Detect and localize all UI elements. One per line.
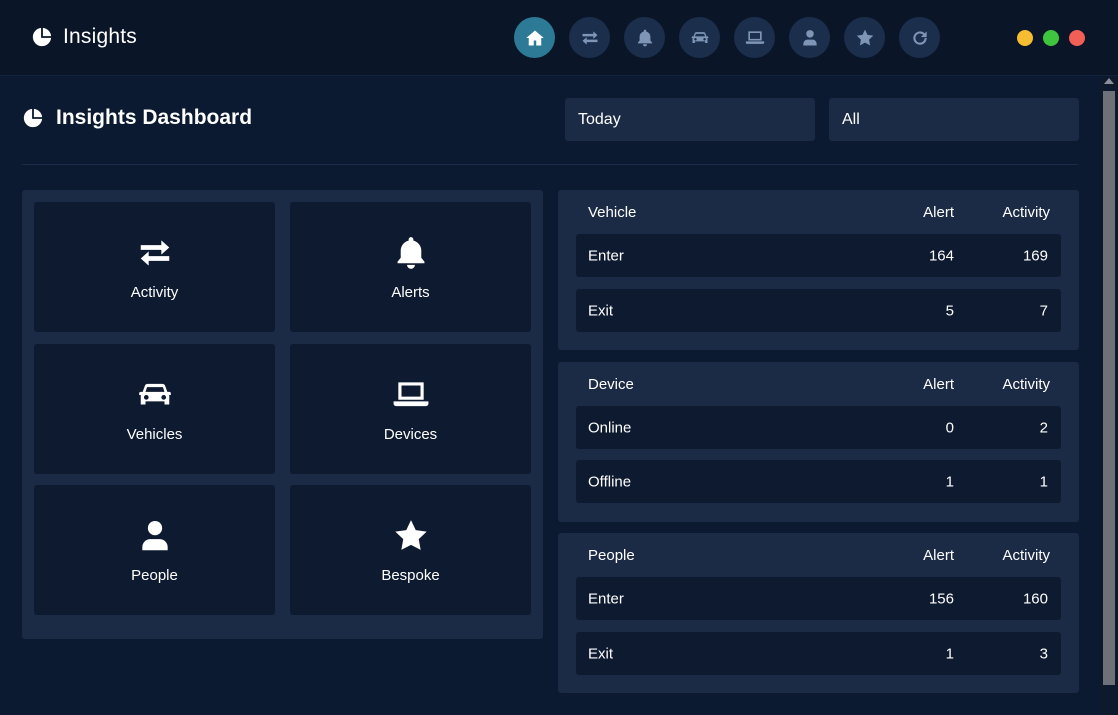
row-label: Online bbox=[588, 419, 632, 436]
row-activity-count: 1 bbox=[1039, 473, 1048, 490]
scope-filter-value: All bbox=[842, 110, 860, 128]
app-title: Insights bbox=[63, 25, 137, 48]
tile-devices[interactable]: Devices bbox=[290, 344, 531, 474]
row-alert-count: 156 bbox=[928, 590, 954, 607]
user-icon bbox=[802, 29, 817, 45]
stats-row[interactable]: Online 0 2 bbox=[576, 406, 1061, 449]
header-divider bbox=[22, 164, 1078, 165]
tile-bespoke-icon-wrap bbox=[290, 517, 531, 555]
tile-label: People bbox=[131, 567, 178, 584]
nav-activity-button[interactable] bbox=[569, 17, 610, 58]
row-label: Exit bbox=[588, 302, 614, 319]
page-title: Insights Dashboard bbox=[56, 106, 253, 129]
alert-column-header: Alert bbox=[923, 376, 954, 393]
refresh-icon bbox=[912, 30, 927, 45]
laptop-icon bbox=[393, 382, 428, 407]
stats-row[interactable]: Exit 1 3 bbox=[576, 632, 1061, 675]
stats-row[interactable]: Enter 164 169 bbox=[576, 234, 1061, 277]
card-title: People bbox=[588, 547, 635, 564]
row-alert-count: 164 bbox=[928, 247, 954, 264]
category-tiles-panel: Activity Alerts Vehicles Devices People … bbox=[22, 190, 543, 639]
tile-label: Activity bbox=[130, 284, 179, 301]
stats-row[interactable]: Offline 1 1 bbox=[576, 460, 1061, 503]
nav-refresh-button[interactable] bbox=[899, 17, 940, 58]
row-alert-count: 5 bbox=[945, 302, 954, 319]
alert-column-header: Alert bbox=[923, 547, 954, 564]
card-header: Vehicle Alert Activity bbox=[558, 204, 1079, 224]
car-icon bbox=[691, 31, 708, 43]
vehicle-stats-card: Vehicle Alert Activity Enter 164 169 Exi… bbox=[558, 190, 1079, 350]
nav-people-button[interactable] bbox=[789, 17, 830, 58]
app-brand: Insights bbox=[31, 24, 137, 50]
row-label: Offline bbox=[588, 473, 632, 490]
row-label: Enter bbox=[588, 590, 624, 607]
star-icon bbox=[394, 520, 427, 550]
top-nav bbox=[514, 17, 954, 58]
pie-chart-icon bbox=[32, 27, 52, 47]
tile-alerts-icon-wrap bbox=[290, 234, 531, 272]
row-activity-count: 2 bbox=[1039, 419, 1048, 436]
window-controls bbox=[1017, 30, 1095, 46]
star-icon bbox=[856, 29, 873, 45]
nav-home-button[interactable] bbox=[514, 17, 555, 58]
bell-icon bbox=[397, 237, 424, 269]
minimize-button[interactable] bbox=[1017, 30, 1033, 46]
tile-label: Bespoke bbox=[381, 567, 440, 584]
activity-column-header: Activity bbox=[1002, 547, 1050, 564]
nav-alerts-button[interactable] bbox=[624, 17, 665, 58]
bell-icon bbox=[637, 29, 652, 46]
scroll-up-arrow-icon[interactable] bbox=[1104, 78, 1114, 84]
people-stats-card: People Alert Activity Enter 156 160 Exit… bbox=[558, 533, 1079, 693]
close-button[interactable] bbox=[1069, 30, 1085, 46]
page-header: Insights Dashboard bbox=[22, 106, 252, 130]
row-activity-count: 169 bbox=[1022, 247, 1048, 264]
transfer-icon bbox=[140, 240, 169, 266]
card-title: Vehicle bbox=[588, 204, 637, 221]
card-header: Device Alert Activity bbox=[558, 376, 1079, 396]
laptop-icon bbox=[745, 30, 764, 44]
nav-bespoke-button[interactable] bbox=[844, 17, 885, 58]
row-label: Enter bbox=[588, 247, 624, 264]
activity-column-header: Activity bbox=[1002, 376, 1050, 393]
card-title: Device bbox=[588, 376, 634, 393]
tile-alerts[interactable]: Alerts bbox=[290, 202, 531, 332]
pie-chart-icon bbox=[23, 108, 43, 128]
row-alert-count: 0 bbox=[945, 419, 954, 436]
tile-people[interactable]: People bbox=[34, 485, 275, 615]
tile-label: Vehicles bbox=[126, 426, 183, 443]
scrollbar-thumb[interactable] bbox=[1103, 91, 1115, 685]
stats-row[interactable]: Exit 5 7 bbox=[576, 289, 1061, 332]
row-activity-count: 3 bbox=[1039, 645, 1048, 662]
user-icon bbox=[141, 520, 168, 551]
nav-devices-button[interactable] bbox=[734, 17, 775, 58]
nav-vehicles-button[interactable] bbox=[679, 17, 720, 58]
alert-column-header: Alert bbox=[923, 204, 954, 221]
row-alert-count: 1 bbox=[945, 645, 954, 662]
row-alert-count: 1 bbox=[945, 473, 954, 490]
transfer-icon bbox=[582, 30, 597, 45]
tile-activity-icon-wrap bbox=[34, 234, 275, 272]
tile-label: Devices bbox=[383, 426, 438, 443]
tile-bespoke[interactable]: Bespoke bbox=[290, 485, 531, 615]
row-activity-count: 7 bbox=[1039, 302, 1048, 319]
maximize-button[interactable] bbox=[1043, 30, 1059, 46]
scope-filter-select[interactable]: All bbox=[829, 98, 1079, 141]
title-bar: Insights bbox=[0, 0, 1118, 76]
tile-label: Alerts bbox=[391, 284, 430, 301]
time-filter-value: Today bbox=[578, 110, 621, 128]
tile-people-icon-wrap bbox=[34, 517, 275, 555]
tile-activity[interactable]: Activity bbox=[34, 202, 275, 332]
time-filter-select[interactable]: Today bbox=[565, 98, 815, 141]
stats-row[interactable]: Enter 156 160 bbox=[576, 577, 1061, 620]
device-stats-card: Device Alert Activity Online 0 2 Offline… bbox=[558, 362, 1079, 522]
tile-devices-icon-wrap bbox=[290, 376, 531, 414]
car-icon bbox=[138, 383, 171, 405]
activity-column-header: Activity bbox=[1002, 204, 1050, 221]
home-icon bbox=[525, 30, 544, 45]
card-header: People Alert Activity bbox=[558, 547, 1079, 567]
tile-vehicles-icon-wrap bbox=[34, 376, 275, 414]
tile-vehicles[interactable]: Vehicles bbox=[34, 344, 275, 474]
row-label: Exit bbox=[588, 645, 614, 662]
row-activity-count: 160 bbox=[1022, 590, 1048, 607]
